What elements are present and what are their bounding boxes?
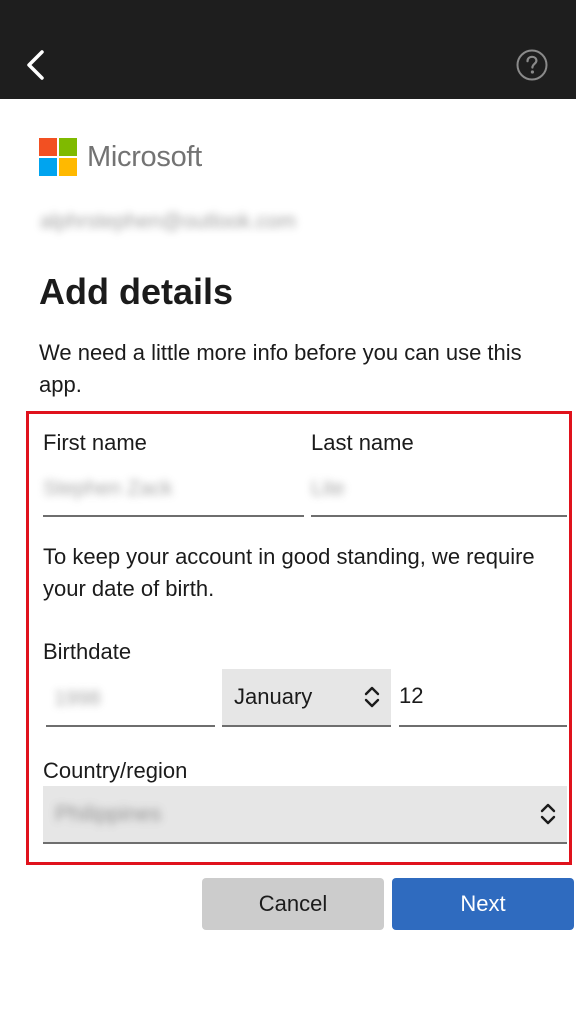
birthdate-label: Birthdate — [43, 639, 132, 664]
top-bar — [0, 0, 576, 99]
cancel-button[interactable]: Cancel — [202, 878, 384, 930]
chevron-updown-icon — [364, 686, 380, 708]
birth-day-input[interactable]: 12 — [399, 669, 567, 727]
chevron-updown-icon — [540, 803, 556, 825]
last-name-label: Last name — [311, 430, 414, 455]
country-value: Philippines — [55, 801, 162, 826]
page-title: Add details — [39, 271, 234, 312]
microsoft-logo-icon — [39, 138, 77, 176]
question-circle-icon — [516, 49, 548, 81]
back-button[interactable] — [18, 40, 58, 90]
birth-year-value: 1998 — [54, 687, 101, 710]
last-name-input[interactable]: Lite — [311, 457, 567, 517]
logo-text: Microsoft — [87, 140, 202, 173]
country-label: Country/region — [43, 758, 188, 783]
page-description: We need a little more info before you ca… — [39, 340, 522, 397]
dob-note: To keep your account in good standing, w… — [43, 544, 535, 601]
microsoft-logo: Microsoft — [39, 137, 202, 177]
next-button[interactable]: Next — [392, 878, 574, 930]
birth-month-value: January — [234, 684, 313, 709]
first-name-input[interactable]: Stephen Zack — [43, 457, 304, 517]
first-name-label: First name — [43, 430, 147, 455]
first-name-value: Stephen Zack — [43, 477, 173, 500]
account-email: alphrstephen@outlook.com — [40, 210, 296, 233]
help-button[interactable] — [515, 48, 549, 82]
last-name-value: Lite — [311, 477, 345, 500]
country-select[interactable]: Philippines — [43, 786, 567, 844]
birth-month-select[interactable]: January — [222, 669, 391, 727]
chevron-left-icon — [27, 50, 44, 80]
birth-year-input[interactable]: 1998 — [46, 669, 215, 727]
birth-day-value: 12 — [399, 683, 424, 708]
content-area: Microsoft alphrstephen@outlook.com Add d… — [0, 99, 576, 1024]
